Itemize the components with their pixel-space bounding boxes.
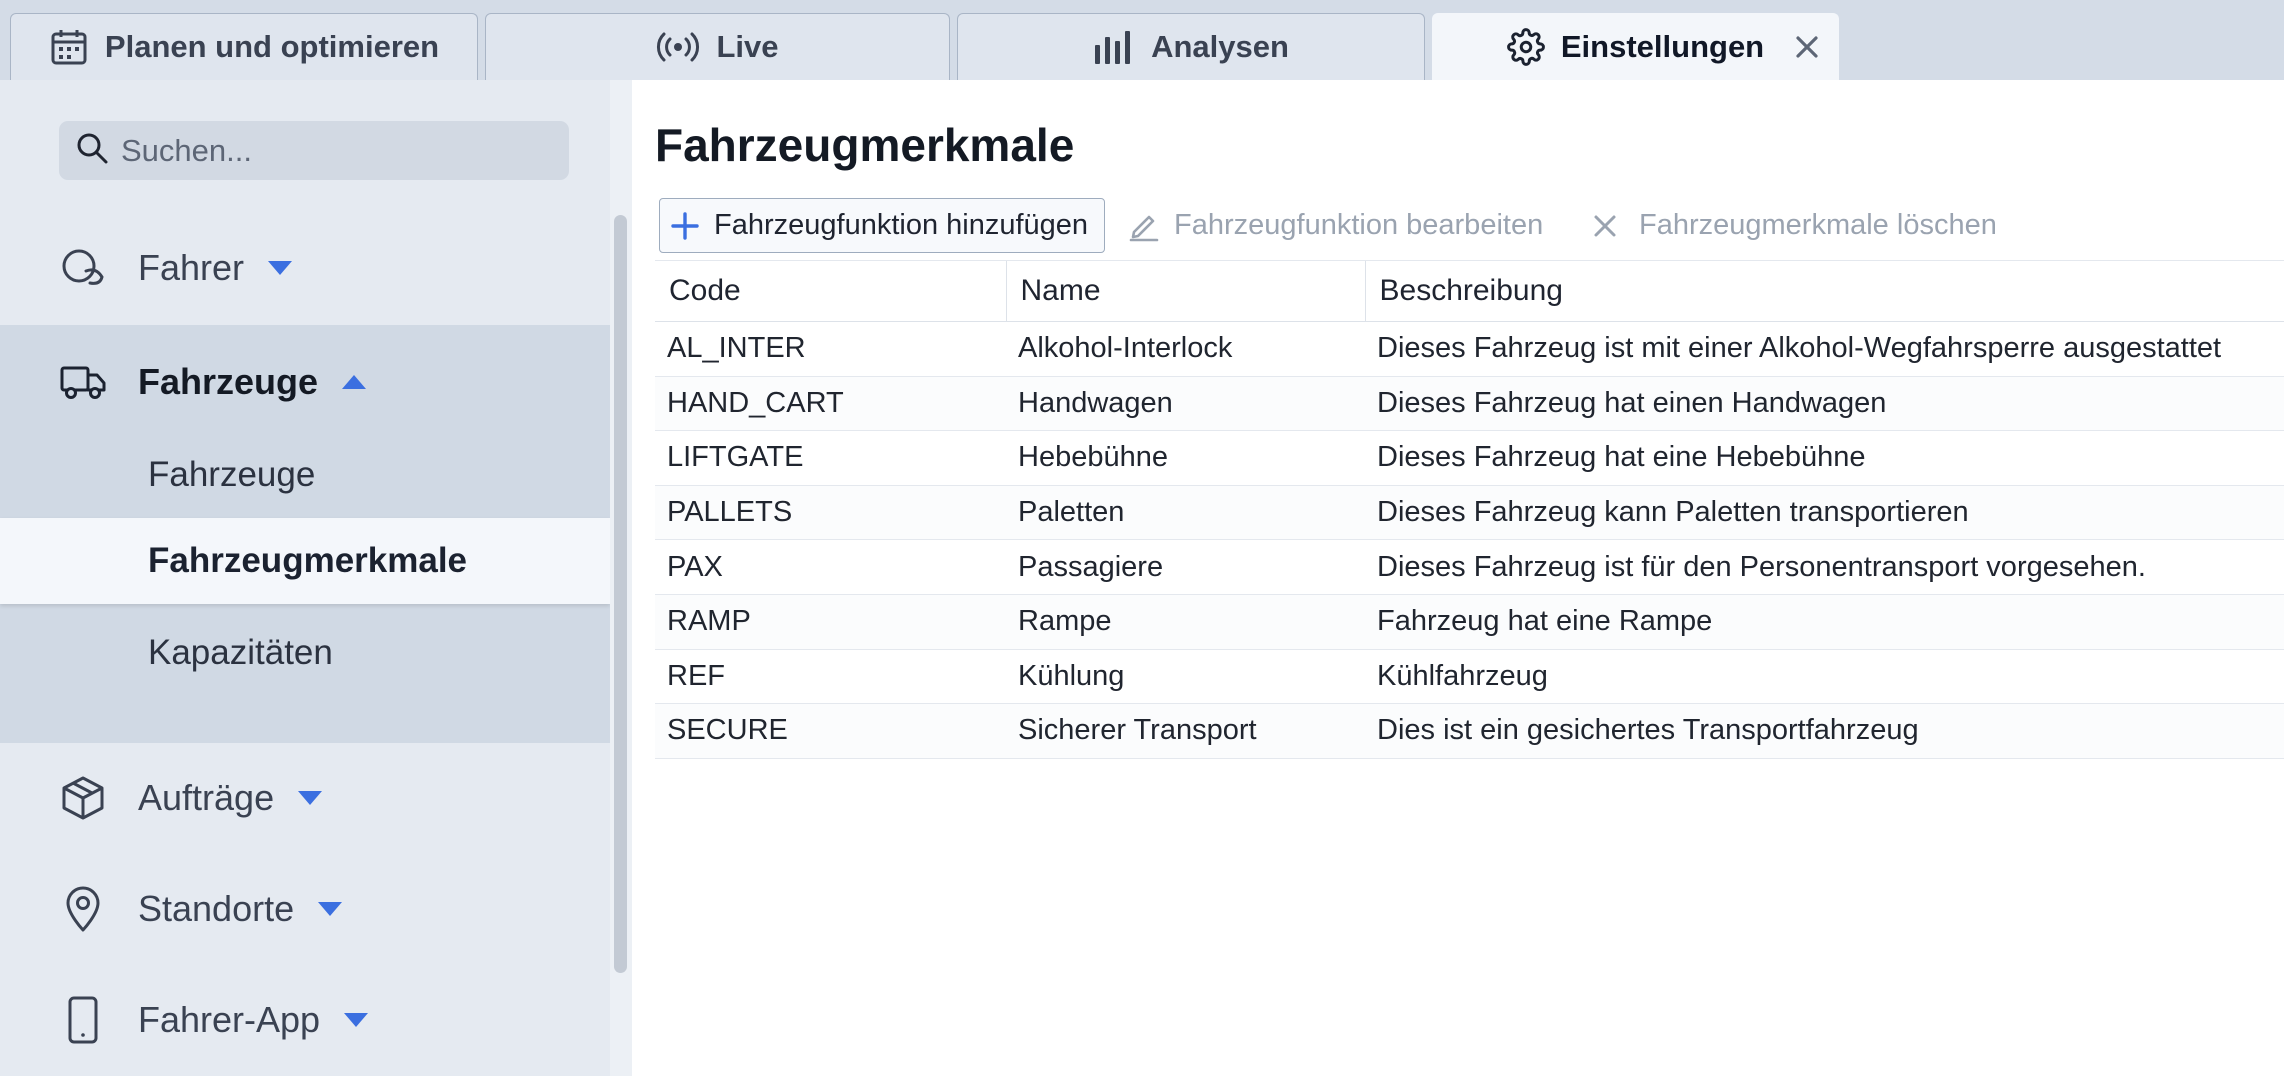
cell-description: Dieses Fahrzeug hat eine Hebebühne: [1365, 430, 2284, 486]
pencil-icon: [1128, 210, 1160, 242]
table-row[interactable]: AL_INTER Alkohol-Interlock Dieses Fahrze…: [655, 321, 2284, 377]
cell-name: Passagiere: [1006, 539, 1365, 595]
cell-code: LIFTGATE: [655, 430, 1006, 486]
package-icon: [58, 775, 108, 821]
tab-label: Analysen: [1151, 29, 1289, 64]
edit-vehicle-feature-button[interactable]: Fahrzeugfunktion bearbeiten: [1128, 198, 1543, 253]
close-icon: [1796, 36, 1818, 58]
app-window: Planen und optimieren Live Analysen Eins…: [0, 0, 2284, 1076]
bar-chart-icon: [1093, 29, 1135, 65]
calendar-icon: [49, 27, 89, 67]
column-header-code[interactable]: Code: [655, 260, 1006, 322]
cell-description: Kühlfahrzeug: [1365, 649, 2284, 705]
driver-icon: [58, 247, 108, 289]
gear-icon: [1507, 28, 1545, 66]
chevron-down-icon: [318, 902, 343, 916]
cell-name: Alkohol-Interlock: [1006, 321, 1365, 377]
sidebar-item-label: Fahrer-App: [138, 999, 321, 1040]
tab-planen-und-optimieren[interactable]: Planen und optimieren: [10, 13, 478, 80]
sidebar-subitem-label: Fahrzeugmerkmale: [148, 541, 468, 580]
chevron-up-icon: [342, 375, 367, 389]
cell-name: Paletten: [1006, 485, 1365, 541]
cell-code: SECURE: [655, 703, 1006, 759]
sidebar-item-fahrzeuge[interactable]: Fahrzeuge: [0, 350, 610, 414]
delete-vehicle-features-button[interactable]: Fahrzeugmerkmale löschen: [1593, 198, 1997, 253]
search-box[interactable]: [59, 121, 569, 180]
table-row[interactable]: PALLETS Paletten Dieses Fahrzeug kann Pa…: [655, 485, 2284, 541]
cell-description: Dieses Fahrzeug ist für den Personentran…: [1365, 539, 2284, 595]
mobile-phone-icon: [58, 995, 108, 1045]
tab-label: Einstellungen: [1560, 29, 1765, 64]
search-input[interactable]: [121, 132, 541, 169]
sidebar-item-standorte[interactable]: Standorte: [0, 877, 610, 941]
table-row[interactable]: HAND_CART Handwagen Dieses Fahrzeug hat …: [655, 376, 2284, 432]
truck-icon: [58, 362, 108, 402]
sidebar-item-label: Fahrer: [138, 247, 245, 288]
tab-live[interactable]: Live: [485, 13, 950, 80]
cell-name: Rampe: [1006, 594, 1365, 650]
delete-button-label: Fahrzeugmerkmale löschen: [1639, 209, 1997, 241]
chevron-down-icon: [298, 791, 323, 805]
cell-code: PAX: [655, 539, 1006, 595]
sidebar-subitem-label: Kapazitäten: [148, 633, 333, 672]
cell-code: RAMP: [655, 594, 1006, 650]
sidebar-item-fahrer[interactable]: Fahrer: [0, 236, 610, 300]
broadcast-icon: [656, 29, 700, 65]
table-row[interactable]: RAMP Rampe Fahrzeug hat eine Rampe: [655, 594, 2284, 650]
cell-description: Dieses Fahrzeug kann Paletten transporti…: [1365, 485, 2284, 541]
sidebar-item-label: Fahrzeuge: [138, 361, 319, 402]
add-button-label: Fahrzeugfunktion hinzufügen: [714, 209, 1089, 241]
cell-description: Fahrzeug hat eine Rampe: [1365, 594, 2284, 650]
cell-code: PALLETS: [655, 485, 1006, 541]
cell-description: Dieses Fahrzeug hat einen Handwagen: [1365, 376, 2284, 432]
tab-label: Live: [716, 29, 779, 64]
cell-description: Dies ist ein gesichertes Transportfahrze…: [1365, 703, 2284, 759]
sidebar-item-fahrer-app[interactable]: Fahrer-App: [0, 988, 610, 1052]
tab-bar: Planen und optimieren Live Analysen Eins…: [0, 0, 2284, 80]
cell-code: REF: [655, 649, 1006, 705]
cell-name: Sicherer Transport: [1006, 703, 1365, 759]
close-icon: [1593, 214, 1617, 238]
search-icon: [75, 131, 109, 170]
plus-icon: [670, 211, 700, 241]
tab-einstellungen[interactable]: Einstellungen: [1432, 13, 1839, 80]
sidebar-subitem-fahrzeuge[interactable]: Fahrzeuge: [0, 432, 610, 518]
sidebar-item-label: Aufträge: [138, 777, 275, 818]
sidebar-subitem-fahrzeugmerkmale[interactable]: Fahrzeugmerkmale: [0, 518, 610, 604]
table-row[interactable]: SECURE Sicherer Transport Dies ist ein g…: [655, 703, 2284, 759]
location-pin-icon: [58, 885, 108, 933]
add-vehicle-feature-button[interactable]: Fahrzeugfunktion hinzufügen: [659, 198, 1105, 253]
page-title: Fahrzeugmerkmale: [655, 119, 1075, 171]
tab-analysen[interactable]: Analysen: [957, 13, 1425, 80]
table-header-row: Code Name Beschreibung: [655, 260, 2284, 322]
sidebar-subitem-label: Fahrzeuge: [148, 455, 316, 494]
cell-description: Dieses Fahrzeug ist mit einer Alkohol-We…: [1365, 321, 2284, 377]
column-header-beschreibung[interactable]: Beschreibung: [1364, 260, 2284, 322]
sidebar-item-auftraege[interactable]: Aufträge: [0, 766, 610, 830]
vehicle-features-table: Code Name Beschreibung AL_INTER Alkohol-…: [655, 260, 2284, 759]
cell-code: AL_INTER: [655, 321, 1006, 377]
table-row[interactable]: REF Kühlung Kühlfahrzeug: [655, 649, 2284, 705]
cell-name: Handwagen: [1006, 376, 1365, 432]
table-row[interactable]: PAX Passagiere Dieses Fahrzeug ist für d…: [655, 539, 2284, 595]
table-row[interactable]: LIFTGATE Hebebühne Dieses Fahrzeug hat e…: [655, 430, 2284, 486]
cell-name: Hebebühne: [1006, 430, 1365, 486]
sidebar-scrollbar-thumb[interactable]: [614, 215, 627, 973]
sidebar-subitem-kapazitaeten[interactable]: Kapazitäten: [0, 610, 610, 696]
close-tab-button[interactable]: [1790, 30, 1824, 64]
chevron-down-icon: [268, 261, 293, 275]
tab-label: Planen und optimieren: [104, 29, 440, 64]
chevron-down-icon: [344, 1013, 369, 1027]
cell-code: HAND_CART: [655, 376, 1006, 432]
edit-button-label: Fahrzeugfunktion bearbeiten: [1174, 209, 1544, 241]
column-header-name[interactable]: Name: [1005, 260, 1365, 322]
cell-name: Kühlung: [1006, 649, 1365, 705]
sidebar-item-label: Standorte: [138, 888, 295, 929]
